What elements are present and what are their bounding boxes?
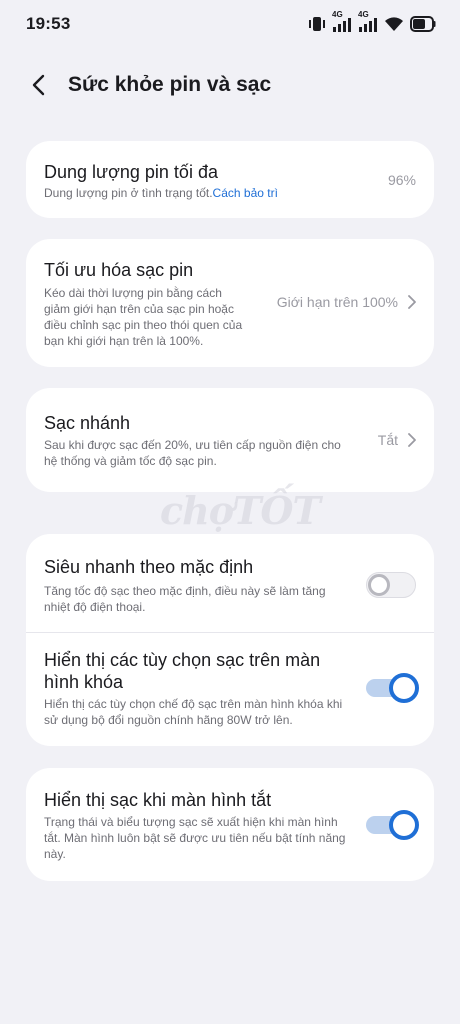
desc-line: nhiệt độ điện thoại. [44, 600, 146, 614]
desc-line: Sau khi được sạc đến 20%, ưu tiên cấp ng… [44, 438, 341, 452]
optimize-charging-value-text: Giới hạn trên 100% [276, 294, 398, 310]
desc-line: tắt. Màn hình luôn bật sẽ được ưu tiên n… [44, 831, 346, 845]
desc-line: này. [44, 847, 66, 861]
fast-charging-value: Tắt [378, 432, 416, 448]
desc-line: hệ thống và giảm tốc độ sạc pin. [44, 454, 217, 468]
max-capacity-desc-text: Dung lượng pin ở tình trạng tốt. [44, 186, 213, 200]
optimize-charging-value: Giới hạn trên 100% [277, 294, 416, 310]
chevron-right-icon [408, 295, 416, 309]
fast-charging-desc: Sau khi được sạc đến 20%, ưu tiên cấp ng… [44, 437, 364, 469]
desc-line: Hiển thị các tùy chọn chế độ sạc trên mà… [44, 697, 343, 711]
optimize-charging-desc: Kéo dài thời lượng pin bằng cách giảm gi… [44, 285, 284, 349]
super-fast-row[interactable]: Siêu nhanh theo mặc định Tăng tốc độ sạc… [26, 534, 434, 632]
max-capacity-title: Dung lượng pin tối đa [44, 162, 218, 182]
desc-line: Tăng tốc độ sạc theo mặc định, điều này … [44, 584, 326, 598]
screen-off-charging-title: Hiển thị sạc khi màn hình tắt [44, 790, 272, 810]
fast-charging-value-text: Tắt [377, 432, 398, 448]
optimize-charging-title: Tối ưu hóa sạc pin [44, 260, 194, 280]
watermark-logo: chợTỐT [160, 488, 321, 533]
signal-icon: 4G [332, 10, 352, 32]
chevron-right-icon [408, 433, 416, 447]
signal-icon: 4G [358, 10, 378, 32]
fast-charging-title: Sạc nhánh [44, 413, 131, 433]
desc-line: sử dụng bộ đổi nguồn chính hãng 80W trở … [44, 713, 293, 727]
desc-line: Kéo dài thời lượng pin bằng cách [44, 286, 222, 300]
max-capacity-value: 96% [387, 172, 416, 188]
title-line: Hiển thị các tùy chọn sạc trên màn [44, 650, 321, 670]
toggle-knob [389, 810, 419, 840]
max-capacity-desc: Dung lượng pin ở tình trạng tốt.Cách bảo… [44, 185, 278, 201]
battery-icon [410, 16, 436, 32]
status-icons: 4G 4G [308, 10, 436, 32]
super-fast-title: Siêu nhanh theo mặc định [44, 557, 254, 577]
back-button[interactable] [14, 61, 62, 109]
super-fast-desc: Tăng tốc độ sạc theo mặc định, điều này … [44, 583, 344, 615]
status-bar: 19:53 4G 4G [0, 0, 460, 48]
network-label: 4G [358, 10, 369, 19]
screen-off-charging-toggle[interactable] [366, 810, 419, 840]
fast-charging-card[interactable]: Sạc nhánh Sau khi được sạc đến 20%, ưu t… [26, 388, 434, 492]
wifi-icon [384, 16, 404, 32]
lockscreen-options-title: Hiển thị các tùy chọn sạc trên màn hình … [44, 649, 344, 693]
title-line: hình khóa [44, 672, 124, 692]
lockscreen-options-toggle[interactable] [366, 673, 419, 703]
max-capacity-card[interactable]: Dung lượng pin tối đa Dung lượng pin ở t… [26, 141, 434, 218]
network-label: 4G [332, 10, 343, 19]
page-title: Sức khỏe pin và sạc [68, 73, 272, 96]
toggle-knob [368, 574, 390, 596]
maintenance-link[interactable]: Cách bảo trì [213, 186, 278, 200]
desc-line: điều chỉnh sạc pin theo thói quen của [44, 318, 243, 332]
screen-off-charging-desc: Trạng thái và biểu tượng sạc sẽ xuất hiệ… [44, 814, 364, 862]
back-arrow-icon [32, 74, 45, 96]
lockscreen-options-desc: Hiển thị các tùy chọn chế độ sạc trên mà… [44, 696, 364, 728]
toggle-knob [389, 673, 419, 703]
lockscreen-options-row[interactable]: Hiển thị các tùy chọn sạc trên màn hình … [26, 633, 434, 746]
header: Sức khỏe pin và sạc [0, 60, 460, 110]
vibrate-icon [308, 16, 326, 32]
desc-line: giảm giới hạn trên của sạc pin hoặc [44, 302, 234, 316]
desc-line: Trạng thái và biểu tượng sạc sẽ xuất hiệ… [44, 815, 338, 829]
optimize-charging-card[interactable]: Tối ưu hóa sạc pin Kéo dài thời lượng pi… [26, 239, 434, 367]
screen-off-charging-card[interactable]: Hiển thị sạc khi màn hình tắt Trạng thái… [26, 768, 434, 881]
charging-options-card: Siêu nhanh theo mặc định Tăng tốc độ sạc… [26, 534, 434, 746]
desc-line: bạn khi giới hạn trên là 100%. [44, 334, 204, 348]
super-fast-toggle[interactable] [366, 572, 416, 598]
status-time: 19:53 [26, 14, 71, 33]
